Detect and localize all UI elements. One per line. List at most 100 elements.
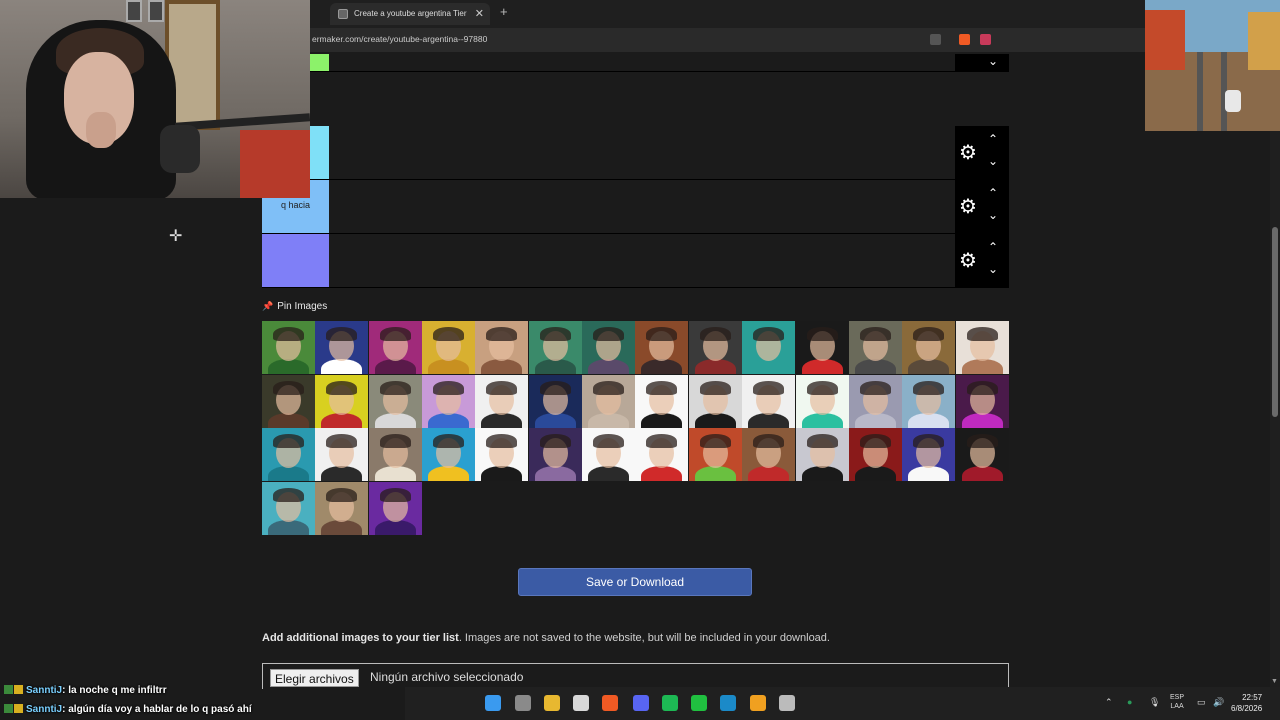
chat-text: : la noche q me infiltrr [62, 685, 167, 696]
thumbnail-figure-hair [539, 434, 571, 448]
gear-icon[interactable]: ⚙ [959, 251, 979, 271]
chat-badge-icon [14, 685, 23, 694]
tier-image-thumbnail[interactable] [848, 374, 902, 428]
tier-controls: ⚙ ⌃ ⌄ [955, 180, 1009, 233]
volume-icon[interactable]: 🔊 [1213, 697, 1224, 708]
tier-image-thumbnail[interactable] [368, 481, 422, 535]
tier-image-thumbnail[interactable] [742, 374, 796, 428]
tier-image-thumbnail[interactable] [262, 374, 315, 428]
tier-image-thumbnail[interactable] [848, 321, 902, 374]
gear-icon[interactable]: ⚙ [959, 143, 979, 163]
system-clock[interactable]: 22:57 6/8/2026 [1231, 692, 1262, 714]
brave-rewards-icon[interactable] [980, 34, 991, 45]
network-icon[interactable]: ▭ [1197, 697, 1206, 708]
gear-icon[interactable]: ⚙ [959, 197, 979, 217]
new-tab-button[interactable]: + [500, 4, 508, 19]
tier-image-thumbnail[interactable] [528, 374, 582, 428]
discord-icon[interactable] [633, 695, 649, 711]
store-icon[interactable] [573, 695, 589, 711]
thumbnail-figure-hair [806, 380, 838, 395]
tier-image-thumbnail[interactable] [475, 321, 529, 374]
pin-images-toggle[interactable]: 📌 Pin Images [262, 301, 327, 312]
brave-browser-icon[interactable] [602, 695, 618, 711]
tier-image-thumbnail[interactable] [902, 321, 956, 374]
tab-close-icon[interactable]: ✕ [475, 3, 484, 25]
green-app-icon[interactable] [691, 695, 707, 711]
tier-image-thumbnail[interactable] [902, 428, 956, 481]
browser-tab[interactable]: Create a youtube argentina Tier ✕ [330, 3, 490, 25]
save-or-download-button[interactable]: Save or Download [518, 568, 752, 596]
page-scrollbar[interactable]: ▲ ▼ [1270, 52, 1280, 687]
scrollbar-thumb[interactable] [1272, 227, 1278, 417]
scroll-down-icon[interactable]: ▼ [1271, 678, 1278, 685]
tier-image-thumbnail[interactable] [475, 374, 529, 428]
ea-icon[interactable] [750, 695, 766, 711]
tier-image-thumbnail[interactable] [262, 428, 315, 481]
tier-image-thumbnail[interactable] [902, 374, 956, 428]
tier-image-thumbnail[interactable] [635, 428, 689, 481]
tier-image-thumbnail[interactable] [795, 428, 849, 481]
move-up-icon[interactable]: ⌃ [988, 186, 998, 200]
thumbnail-figure-body [961, 466, 1003, 481]
chat-message: SanntiJ: la noche q me infiltrr [4, 685, 167, 696]
obs-icon[interactable] [779, 695, 795, 711]
move-up-icon[interactable]: ⌃ [988, 132, 998, 146]
tier-image-thumbnail[interactable] [795, 374, 849, 428]
tier-image-thumbnail[interactable] [422, 428, 476, 481]
tier-image-thumbnail[interactable] [422, 374, 476, 428]
tier-image-thumbnail[interactable] [582, 374, 636, 428]
tier-image-thumbnail[interactable] [955, 428, 1009, 481]
tier-image-thumbnail[interactable] [368, 321, 422, 374]
translate-icon[interactable] [930, 34, 941, 45]
tier-image-thumbnail[interactable] [688, 321, 742, 374]
move-down-icon[interactable]: ⌄ [988, 154, 998, 168]
thumbnail-figure-body [588, 466, 630, 481]
file-explorer-icon[interactable] [544, 695, 560, 711]
tier-image-thumbnail[interactable] [742, 321, 796, 374]
tier-image-thumbnail[interactable] [475, 428, 529, 481]
microphone-icon[interactable]: 🎙 [1149, 697, 1160, 708]
brave-shield-icon[interactable] [959, 34, 970, 45]
tier-image-thumbnail[interactable] [368, 428, 422, 481]
url-text[interactable]: ermaker.com/create/youtube-argentina--97… [312, 34, 487, 44]
tier-image-thumbnail[interactable] [955, 374, 1009, 428]
tier-image-thumbnail[interactable] [582, 321, 636, 374]
tier-image-thumbnail[interactable] [742, 428, 796, 481]
windows-taskbar: ⌃ ● 🎙 ESP LAA ▭ 🔊 22:57 6/8/2026 [405, 687, 1280, 720]
tier-image-thumbnail[interactable] [528, 428, 582, 481]
tier-image-thumbnail[interactable] [635, 321, 689, 374]
tier-image-thumbnail[interactable] [848, 428, 902, 481]
tier-image-thumbnail[interactable] [315, 374, 369, 428]
tier-image-thumbnail[interactable] [955, 321, 1009, 374]
task-view-icon[interactable] [515, 695, 531, 711]
language-indicator[interactable]: ESP LAA [1170, 693, 1184, 711]
tier-image-thumbnail[interactable] [315, 428, 369, 481]
tier-image-thumbnail[interactable] [315, 321, 369, 374]
tier-image-thumbnail[interactable] [688, 428, 742, 481]
move-up-icon[interactable]: ⌃ [988, 240, 998, 254]
tier-image-thumbnail[interactable] [262, 321, 315, 374]
tier-image-thumbnail[interactable] [795, 321, 849, 374]
move-down-icon[interactable]: ⌄ [988, 262, 998, 276]
spotify-icon[interactable] [662, 695, 678, 711]
tier-image-thumbnail[interactable] [315, 481, 369, 535]
move-down-icon[interactable]: ⌄ [988, 208, 998, 222]
windows-start-icon[interactable] [485, 695, 501, 711]
thumbnail-figure-body [801, 412, 843, 428]
tab-favicon-icon [338, 9, 348, 19]
tier-label[interactable] [262, 234, 329, 287]
tier-image-thumbnail[interactable] [528, 321, 582, 374]
thumbnail-figure-body [321, 519, 363, 535]
tier-image-thumbnail[interactable] [422, 321, 476, 374]
app-tray-icon[interactable]: ● [1127, 697, 1132, 707]
thumbnail-figure-body [854, 466, 896, 481]
tier-image-thumbnail[interactable] [368, 374, 422, 428]
steam-icon[interactable] [720, 695, 736, 711]
tier-image-thumbnail[interactable] [688, 374, 742, 428]
thumbnail-figure-hair [539, 380, 571, 395]
tier-image-thumbnail[interactable] [635, 374, 689, 428]
tier-image-thumbnail[interactable] [262, 481, 315, 535]
tier-image-thumbnail[interactable] [582, 428, 636, 481]
show-hidden-icons-icon[interactable]: ⌃ [1105, 697, 1113, 708]
move-down-icon[interactable]: ⌄ [988, 54, 998, 68]
